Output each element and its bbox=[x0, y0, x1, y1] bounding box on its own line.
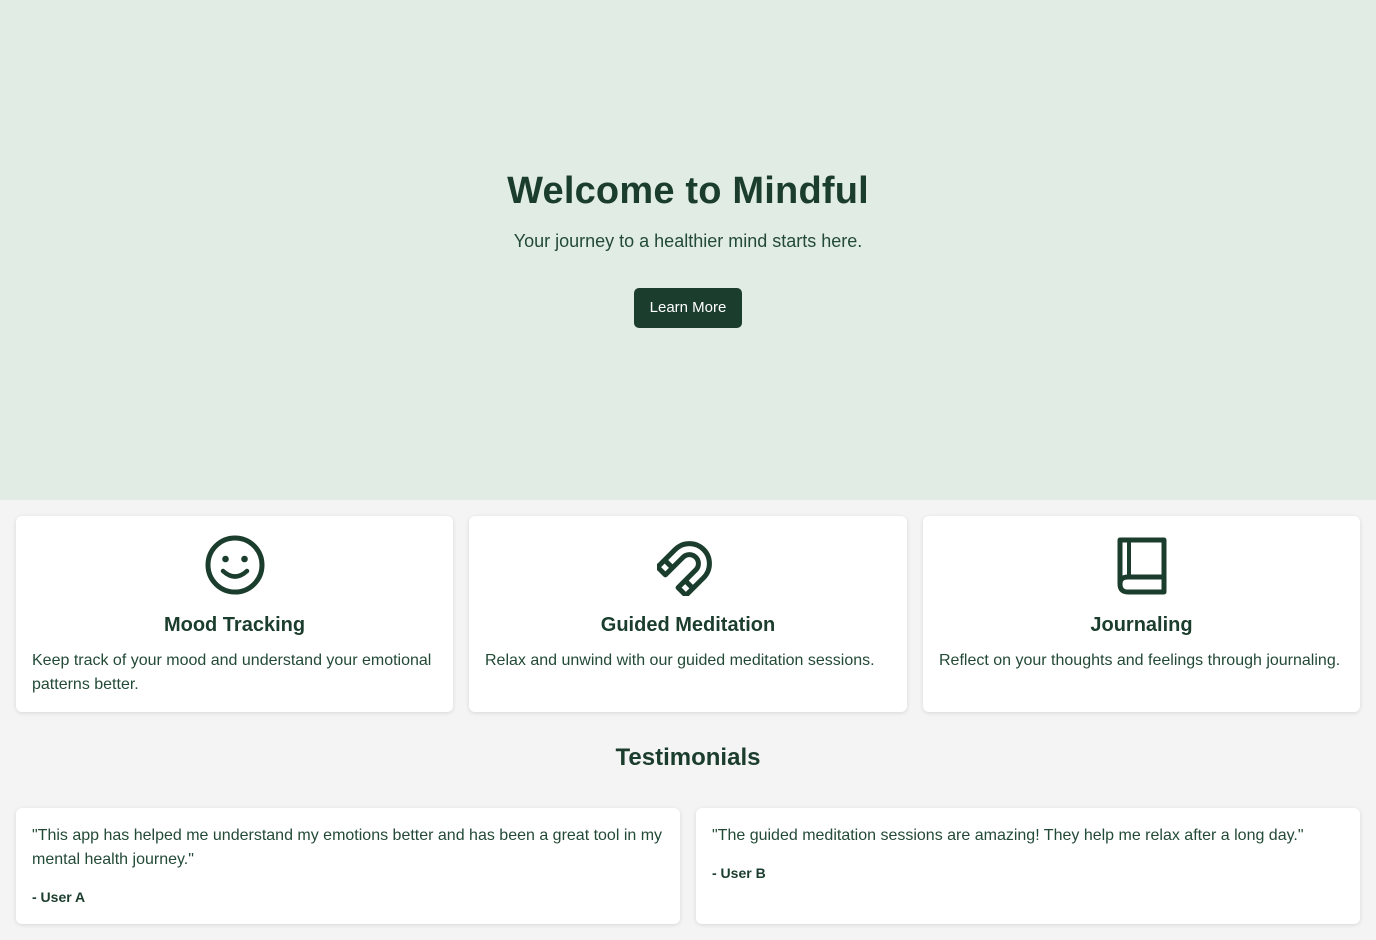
testimonials-heading: Testimonials bbox=[615, 744, 761, 771]
feature-title: Mood Tracking bbox=[163, 614, 306, 636]
smiley-face-icon bbox=[204, 534, 266, 596]
hero-section: Welcome to Mindful Your journey to a hea… bbox=[0, 0, 1376, 500]
testimonial-quote: "This app has helped me understand my em… bbox=[32, 827, 663, 868]
book-icon bbox=[1111, 534, 1173, 596]
feature-title: Journaling bbox=[1090, 614, 1193, 636]
testimonial-quote: "The guided meditation sessions are amaz… bbox=[712, 827, 1304, 844]
feature-description: Relax and unwind with our guided meditat… bbox=[485, 652, 875, 669]
feature-card-mood-tracking: Mood Tracking Keep track of your mood an… bbox=[16, 516, 453, 712]
testimonial-author: - User B bbox=[712, 865, 766, 881]
testimonial-card: "This app has helped me understand my em… bbox=[16, 808, 680, 924]
testimonial-author: - User A bbox=[32, 889, 86, 905]
feature-description: Reflect on your thoughts and feelings th… bbox=[939, 652, 1341, 669]
magnet-icon bbox=[655, 534, 719, 598]
feature-description: Keep track of your mood and understand y… bbox=[32, 652, 432, 693]
feature-card-journaling: Journaling Reflect on your thoughts and … bbox=[923, 516, 1360, 712]
testimonial-card: "The guided meditation sessions are amaz… bbox=[696, 808, 1360, 924]
feature-card-guided-meditation: Guided Meditation Relax and unwind with … bbox=[469, 516, 907, 712]
feature-title: Guided Meditation bbox=[600, 614, 776, 636]
learn-more-button[interactable]: Learn More bbox=[634, 288, 742, 328]
hero-subtitle: Your journey to a healthier mind starts … bbox=[513, 231, 863, 251]
hero-title: Welcome to Mindful bbox=[507, 170, 869, 212]
